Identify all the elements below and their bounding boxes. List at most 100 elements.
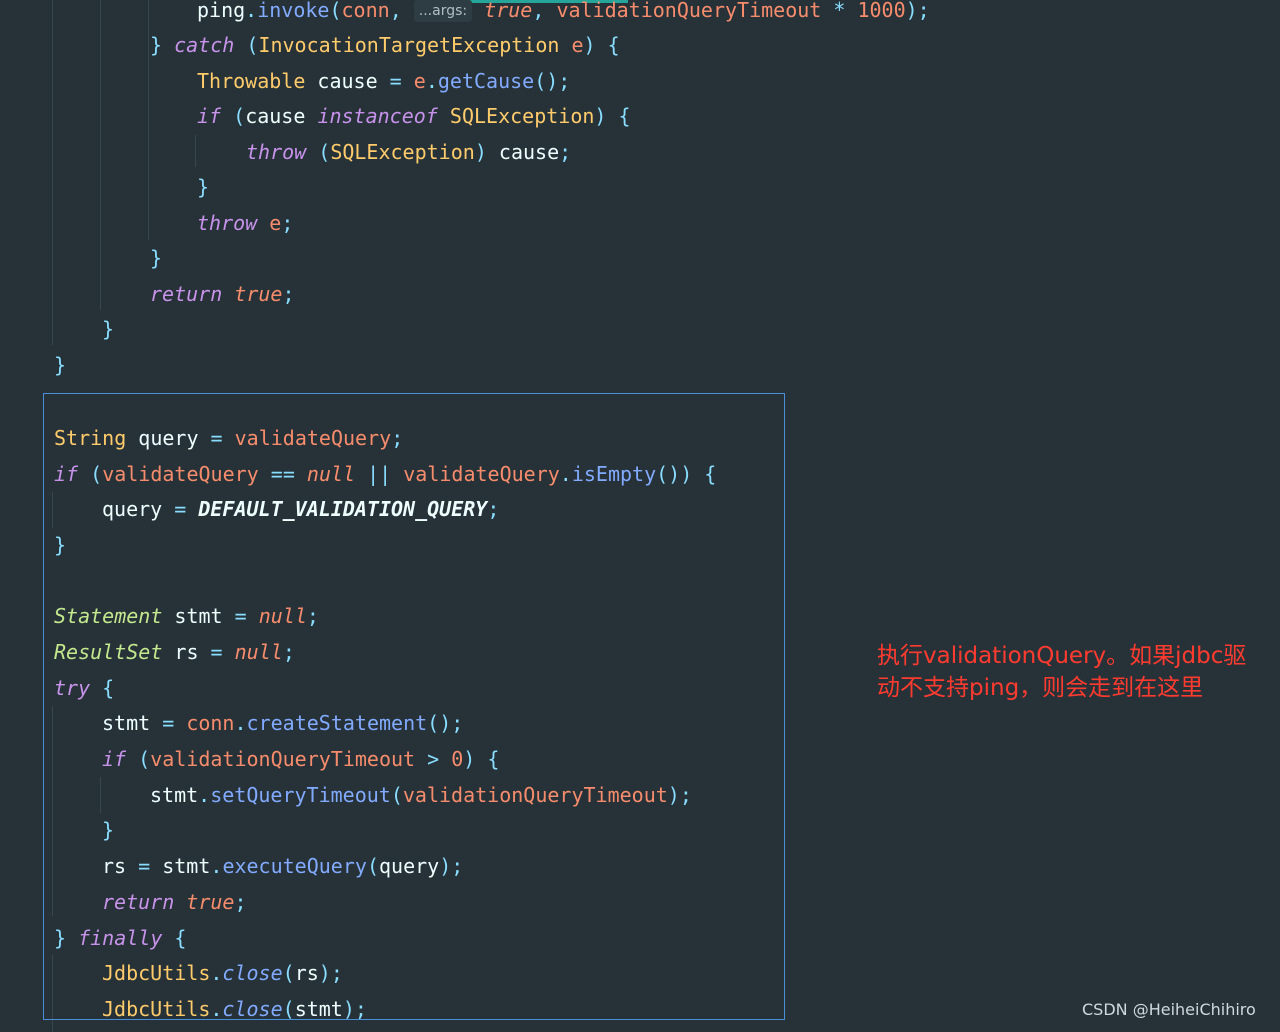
code-method: createStatement (246, 711, 428, 735)
code-line[interactable]: } (54, 347, 66, 383)
code-line[interactable]: throw e; (197, 205, 293, 241)
code-punctuation: ) (474, 140, 487, 164)
code-class-name: Statement (54, 604, 163, 628)
code-class-name: String (54, 426, 127, 450)
code-keyword: return (102, 890, 175, 914)
code-line[interactable]: stmt = conn.createStatement(); (102, 705, 463, 741)
code-line[interactable]: if (validationQueryTimeout > 0) { (102, 741, 499, 777)
code-line[interactable]: stmt.setQueryTimeout(validationQueryTime… (150, 777, 692, 813)
code-line[interactable]: JdbcUtils.close(rs); (102, 955, 343, 991)
code-punctuation: , (389, 0, 414, 22)
code-punctuation: ); (318, 961, 343, 985)
code-method: invoke (257, 0, 330, 22)
code-punctuation: . (198, 783, 211, 807)
code-variable: conn (186, 711, 235, 735)
code-punctuation: ( (221, 104, 246, 128)
code-literal: true (484, 0, 533, 22)
code-line[interactable]: try { (54, 670, 114, 706)
code-punctuation: ) { (463, 747, 500, 771)
code-line[interactable]: return true; (102, 884, 247, 920)
code-identifier: query (126, 426, 211, 450)
code-class-name: JdbcUtils (102, 961, 211, 985)
code-line[interactable]: ping.invoke(conn, ...args: true, validat… (197, 0, 930, 28)
code-operator: = (210, 640, 223, 664)
code-punctuation: } (102, 317, 115, 341)
code-identifier (559, 33, 571, 57)
code-punctuation: } (54, 353, 67, 377)
indent-guide (100, 0, 101, 310)
code-line[interactable]: throw (SQLException) cause; (246, 134, 571, 170)
code-literal: true (234, 282, 283, 306)
code-line[interactable]: if (validateQuery == null || validateQue… (54, 456, 716, 492)
code-operator: * (821, 0, 858, 22)
code-identifier (247, 604, 259, 628)
code-class-name: JdbcUtils (102, 997, 211, 1021)
code-variable: validationQueryTimeout (150, 747, 416, 771)
code-line[interactable]: } finally { (54, 920, 186, 956)
code-method: getCause (437, 69, 535, 93)
code-punctuation: ()) { (656, 462, 717, 486)
code-line[interactable]: Statement stmt = null; (54, 598, 319, 634)
code-punctuation: ; (391, 426, 404, 450)
code-identifier: rs (102, 854, 139, 878)
code-identifier (223, 426, 235, 450)
code-literal: true (186, 890, 235, 914)
annotation-note: 执行validationQuery。如果jdbc驱动不支持ping，则会走到在这… (877, 643, 1247, 701)
code-line[interactable]: String query = validateQuery; (54, 420, 403, 456)
code-line[interactable]: } (197, 169, 209, 205)
code-line[interactable]: } (150, 240, 162, 276)
code-punctuation: ( (329, 0, 342, 22)
code-operator: = (138, 854, 151, 878)
code-punctuation: (); (534, 69, 571, 93)
code-line[interactable]: rs = stmt.executeQuery(query); (102, 848, 463, 884)
code-operator: = (234, 604, 247, 628)
code-punctuation: } (54, 926, 79, 950)
parameter-hint: ...args: (413, 0, 473, 22)
code-punctuation: ); (667, 783, 692, 807)
code-editor[interactable]: ping.invoke(conn, ...args: true, validat… (0, 0, 1280, 1032)
code-line[interactable]: Throwable cause = e.getCause(); (197, 63, 570, 99)
code-punctuation: ; (281, 211, 294, 235)
code-line[interactable]: } (102, 311, 114, 347)
code-line[interactable]: } (54, 527, 66, 563)
code-number: 0 (451, 747, 464, 771)
code-variable: validationQueryTimeout (556, 0, 822, 22)
code-class-name: InvocationTargetException (258, 33, 560, 57)
code-variable: conn (341, 0, 390, 22)
code-constant: DEFAULT_VALIDATION_QUERY (198, 497, 488, 521)
code-line[interactable]: ResultSet rs = null; (54, 634, 295, 670)
code-identifier: rs (294, 961, 319, 985)
code-punctuation: ); (342, 997, 367, 1021)
code-punctuation: ) { (594, 104, 631, 128)
code-line[interactable]: if (cause instanceof SQLException) { (197, 98, 631, 134)
code-identifier: cause (305, 69, 390, 93)
code-variable: validationQueryTimeout (402, 783, 668, 807)
code-variable: validateQuery (102, 462, 259, 486)
indent-guide (52, 0, 53, 345)
indent-guide (148, 0, 149, 240)
code-variable: validateQuery (234, 426, 392, 450)
code-line[interactable]: return true; (150, 276, 295, 312)
code-line[interactable]: } catch (InvocationTargetException e) { (150, 27, 620, 63)
code-method: isEmpty (571, 462, 657, 486)
code-line[interactable]: query = DEFAULT_VALIDATION_QUERY; (102, 491, 499, 527)
code-method: executeQuery (222, 854, 367, 878)
code-identifier (174, 890, 186, 914)
code-operator: = (389, 69, 402, 93)
code-line[interactable]: } (102, 812, 114, 848)
code-method: close (222, 997, 283, 1021)
code-line[interactable]: JdbcUtils.close(stmt); (102, 991, 367, 1027)
code-identifier: cause (486, 140, 560, 164)
code-punctuation: . (234, 711, 247, 735)
code-identifier (174, 711, 186, 735)
code-punctuation: ); (439, 854, 464, 878)
code-punctuation: , (532, 0, 557, 22)
code-literal: null (234, 640, 283, 664)
code-punctuation: } (197, 175, 210, 199)
code-punctuation: . (210, 961, 223, 985)
code-punctuation: { (90, 676, 115, 700)
code-punctuation: ( (306, 140, 331, 164)
code-operator: == (258, 462, 307, 486)
code-operator: || (355, 462, 404, 486)
code-punctuation: } (150, 33, 175, 57)
